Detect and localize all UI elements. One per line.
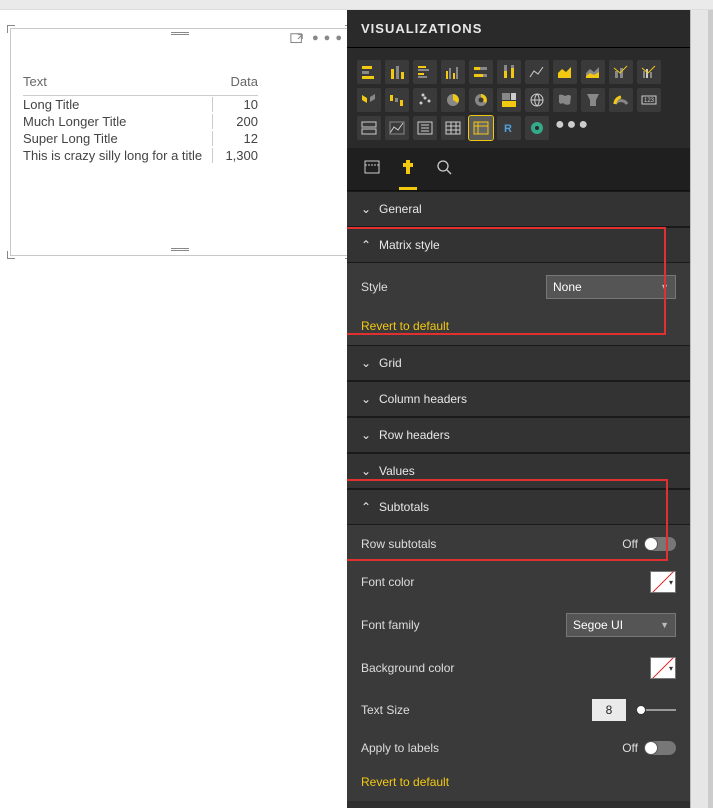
font-color-picker[interactable]: ▾: [650, 571, 676, 593]
gauge-icon[interactable]: [609, 88, 633, 112]
waterfall-chart-icon[interactable]: [385, 88, 409, 112]
matrix-visual-frame[interactable]: ● ● ● Text Data Long Title10Much Longer …: [10, 28, 350, 256]
multi-row-card-icon[interactable]: [357, 116, 381, 140]
row-subtotals-toggle[interactable]: Off: [622, 537, 676, 551]
table-row[interactable]: Super Long Title12: [23, 130, 258, 147]
arcgis-map-icon[interactable]: [525, 116, 549, 140]
text-size-input[interactable]: 8: [592, 699, 626, 721]
visualizations-pane: VISUALIZATIONS 123 R ●●●: [347, 10, 690, 808]
scatter-chart-icon[interactable]: [413, 88, 437, 112]
revert-to-default-link[interactable]: Revert to default: [361, 309, 676, 343]
row-subtotals-label: Row subtotals: [361, 537, 436, 551]
apply-to-labels-toggle[interactable]: Off: [622, 741, 676, 755]
table-row[interactable]: Long Title10: [23, 96, 258, 113]
line-stacked-column-icon[interactable]: [609, 60, 633, 84]
r-visual-icon[interactable]: R: [497, 116, 521, 140]
funnel-chart-icon[interactable]: [581, 88, 605, 112]
chevron-up-icon: ⌃: [361, 238, 371, 252]
slicer-icon[interactable]: [413, 116, 437, 140]
section-matrix-style[interactable]: ⌃ Matrix style: [347, 227, 690, 263]
chevron-down-icon: ⌄: [361, 464, 371, 478]
hundred-stacked-column-icon[interactable]: [497, 60, 521, 84]
chevron-down-icon: ⌄: [361, 392, 371, 406]
table-row[interactable]: This is crazy silly long for a title1,30…: [23, 147, 258, 164]
table-row[interactable]: Much Longer Title200: [23, 113, 258, 130]
visual-type-gallery: 123 R ●●●: [347, 48, 690, 148]
import-visual-icon[interactable]: ●●●: [553, 116, 592, 140]
window-edge: [708, 10, 713, 808]
more-options-icon[interactable]: ● ● ●: [312, 32, 343, 49]
clustered-column-chart-icon[interactable]: [441, 60, 465, 84]
chevron-up-icon: ⌃: [361, 500, 371, 514]
column-header-data[interactable]: Data: [213, 74, 258, 89]
section-subtotals[interactable]: ⌃ Subtotals: [347, 489, 690, 525]
line-chart-icon[interactable]: [525, 60, 549, 84]
pie-chart-icon[interactable]: [441, 88, 465, 112]
chevron-down-icon: ⌄: [361, 202, 371, 216]
section-grid[interactable]: ⌄ Grid: [347, 345, 690, 381]
section-general[interactable]: ⌄ General: [347, 191, 690, 227]
section-row-headers[interactable]: ⌄ Row headers: [347, 417, 690, 453]
filled-map-icon[interactable]: [553, 88, 577, 112]
focus-mode-icon[interactable]: [290, 32, 304, 49]
format-sections: ⌄ General ⌃ Matrix style Style None ▼ Re…: [347, 191, 690, 808]
report-canvas[interactable]: ● ● ● Text Data Long Title10Much Longer …: [0, 10, 365, 808]
stacked-column-chart-icon[interactable]: [385, 60, 409, 84]
chevron-down-icon: ⌄: [361, 428, 371, 442]
chevron-down-icon: ⌄: [361, 356, 371, 370]
pane-title: VISUALIZATIONS: [361, 21, 482, 36]
treemap-icon[interactable]: [497, 88, 521, 112]
chevron-down-icon: ▼: [660, 620, 669, 630]
text-size-slider[interactable]: [636, 703, 676, 717]
format-tab[interactable]: [399, 158, 417, 190]
donut-chart-icon[interactable]: [469, 88, 493, 112]
svg-text:R: R: [504, 123, 512, 135]
text-size-label: Text Size: [361, 703, 410, 717]
hundred-stacked-bar-icon[interactable]: [469, 60, 493, 84]
pane-tabs: [347, 148, 690, 191]
line-clustered-column-icon[interactable]: [637, 60, 661, 84]
drag-handle-bottom[interactable]: [171, 248, 189, 252]
chevron-down-icon: ▼: [660, 282, 669, 292]
background-color-picker[interactable]: ▾: [650, 657, 676, 679]
stacked-bar-chart-icon[interactable]: [357, 60, 381, 84]
matrix-icon[interactable]: [469, 116, 493, 140]
font-family-label: Font family: [361, 618, 420, 632]
apply-to-labels-label: Apply to labels: [361, 741, 439, 755]
ribbon-chart-icon[interactable]: [357, 88, 381, 112]
drag-handle-top[interactable]: [171, 32, 189, 36]
section-column-headers[interactable]: ⌄ Column headers: [347, 381, 690, 417]
stacked-area-chart-icon[interactable]: [581, 60, 605, 84]
style-label: Style: [361, 280, 388, 294]
matrix-visual: Text Data Long Title10Much Longer Title2…: [23, 74, 258, 164]
table-icon[interactable]: [441, 116, 465, 140]
fields-tab[interactable]: [363, 158, 381, 190]
card-icon[interactable]: 123: [637, 88, 661, 112]
font-color-label: Font color: [361, 575, 414, 589]
clustered-bar-chart-icon[interactable]: [413, 60, 437, 84]
map-icon[interactable]: [525, 88, 549, 112]
revert-to-default-link[interactable]: Revert to default: [361, 765, 676, 799]
style-select[interactable]: None ▼: [546, 275, 676, 299]
svg-text:123: 123: [644, 98, 655, 104]
collapsed-filters-pane[interactable]: [690, 10, 708, 808]
font-family-select[interactable]: Segoe UI ▼: [566, 613, 676, 637]
background-color-label: Background color: [361, 661, 454, 675]
section-values[interactable]: ⌄ Values: [347, 453, 690, 489]
kpi-icon[interactable]: [385, 116, 409, 140]
column-header-text[interactable]: Text: [23, 74, 213, 89]
analytics-tab[interactable]: [435, 158, 453, 190]
area-chart-icon[interactable]: [553, 60, 577, 84]
